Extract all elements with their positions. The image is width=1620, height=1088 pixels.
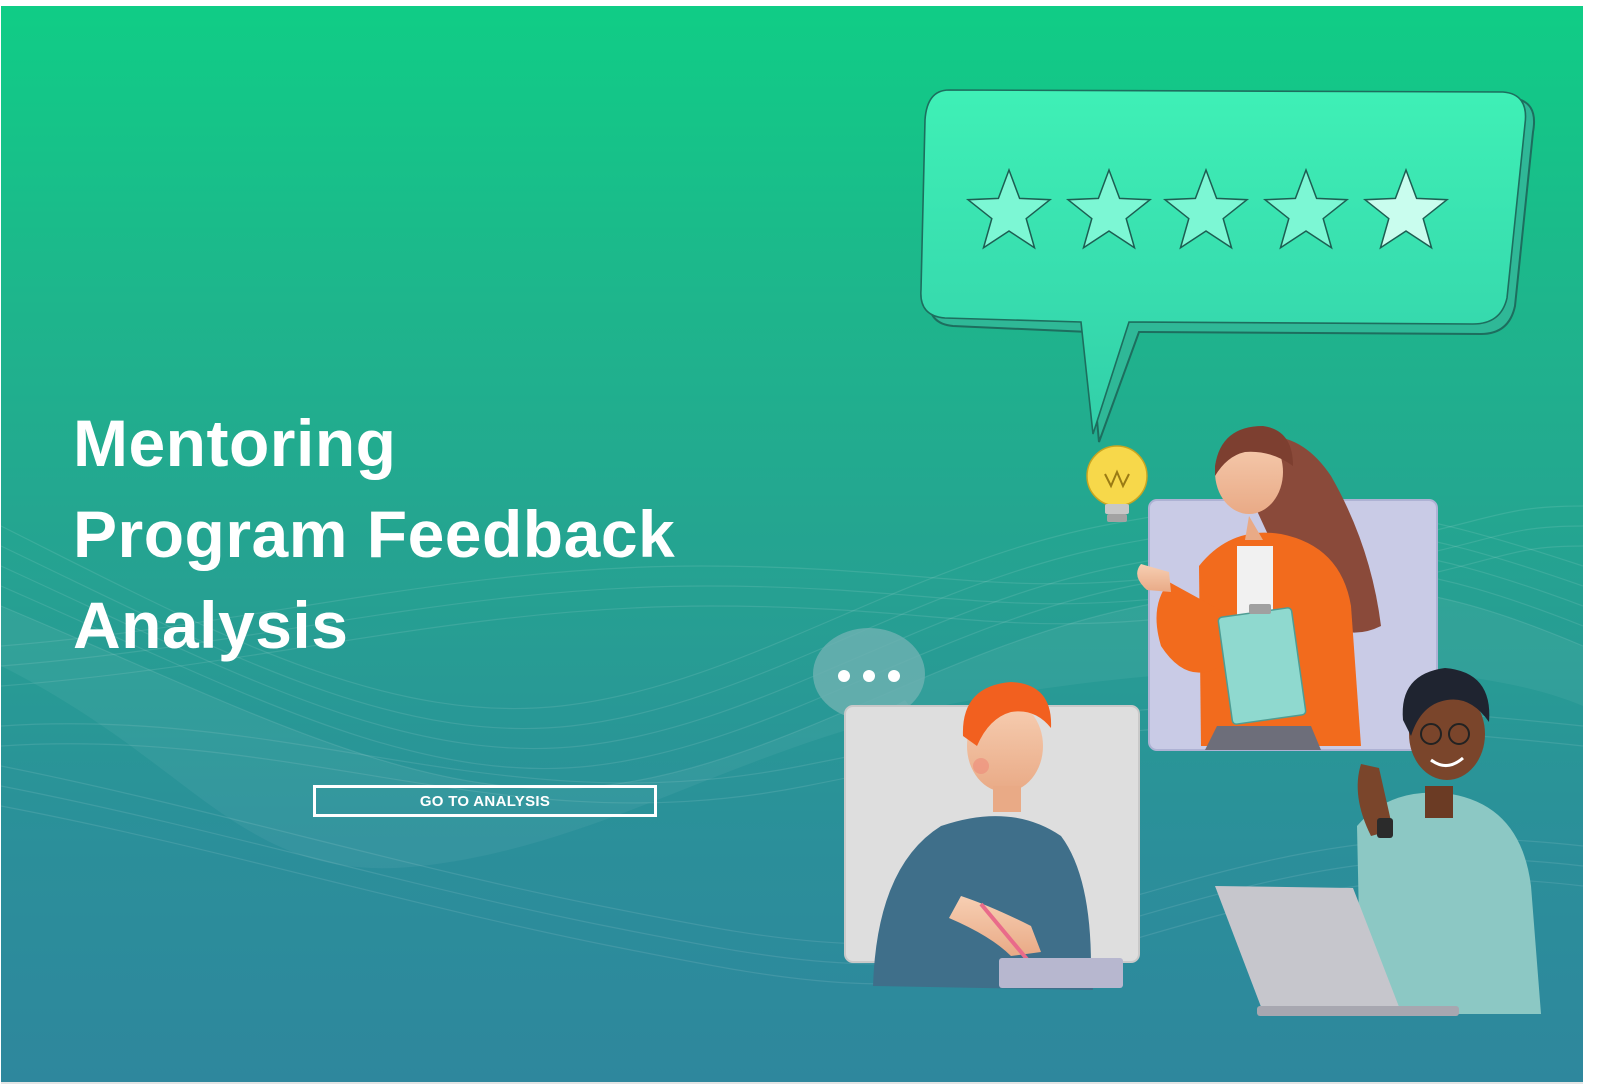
lightbulb-icon (1086, 445, 1148, 522)
title-slide: Mentoring Program Feedback Analysis GO T… (1, 6, 1583, 1084)
rating-speech-bubble (920, 89, 1535, 443)
feedback-illustration (813, 89, 1541, 1016)
